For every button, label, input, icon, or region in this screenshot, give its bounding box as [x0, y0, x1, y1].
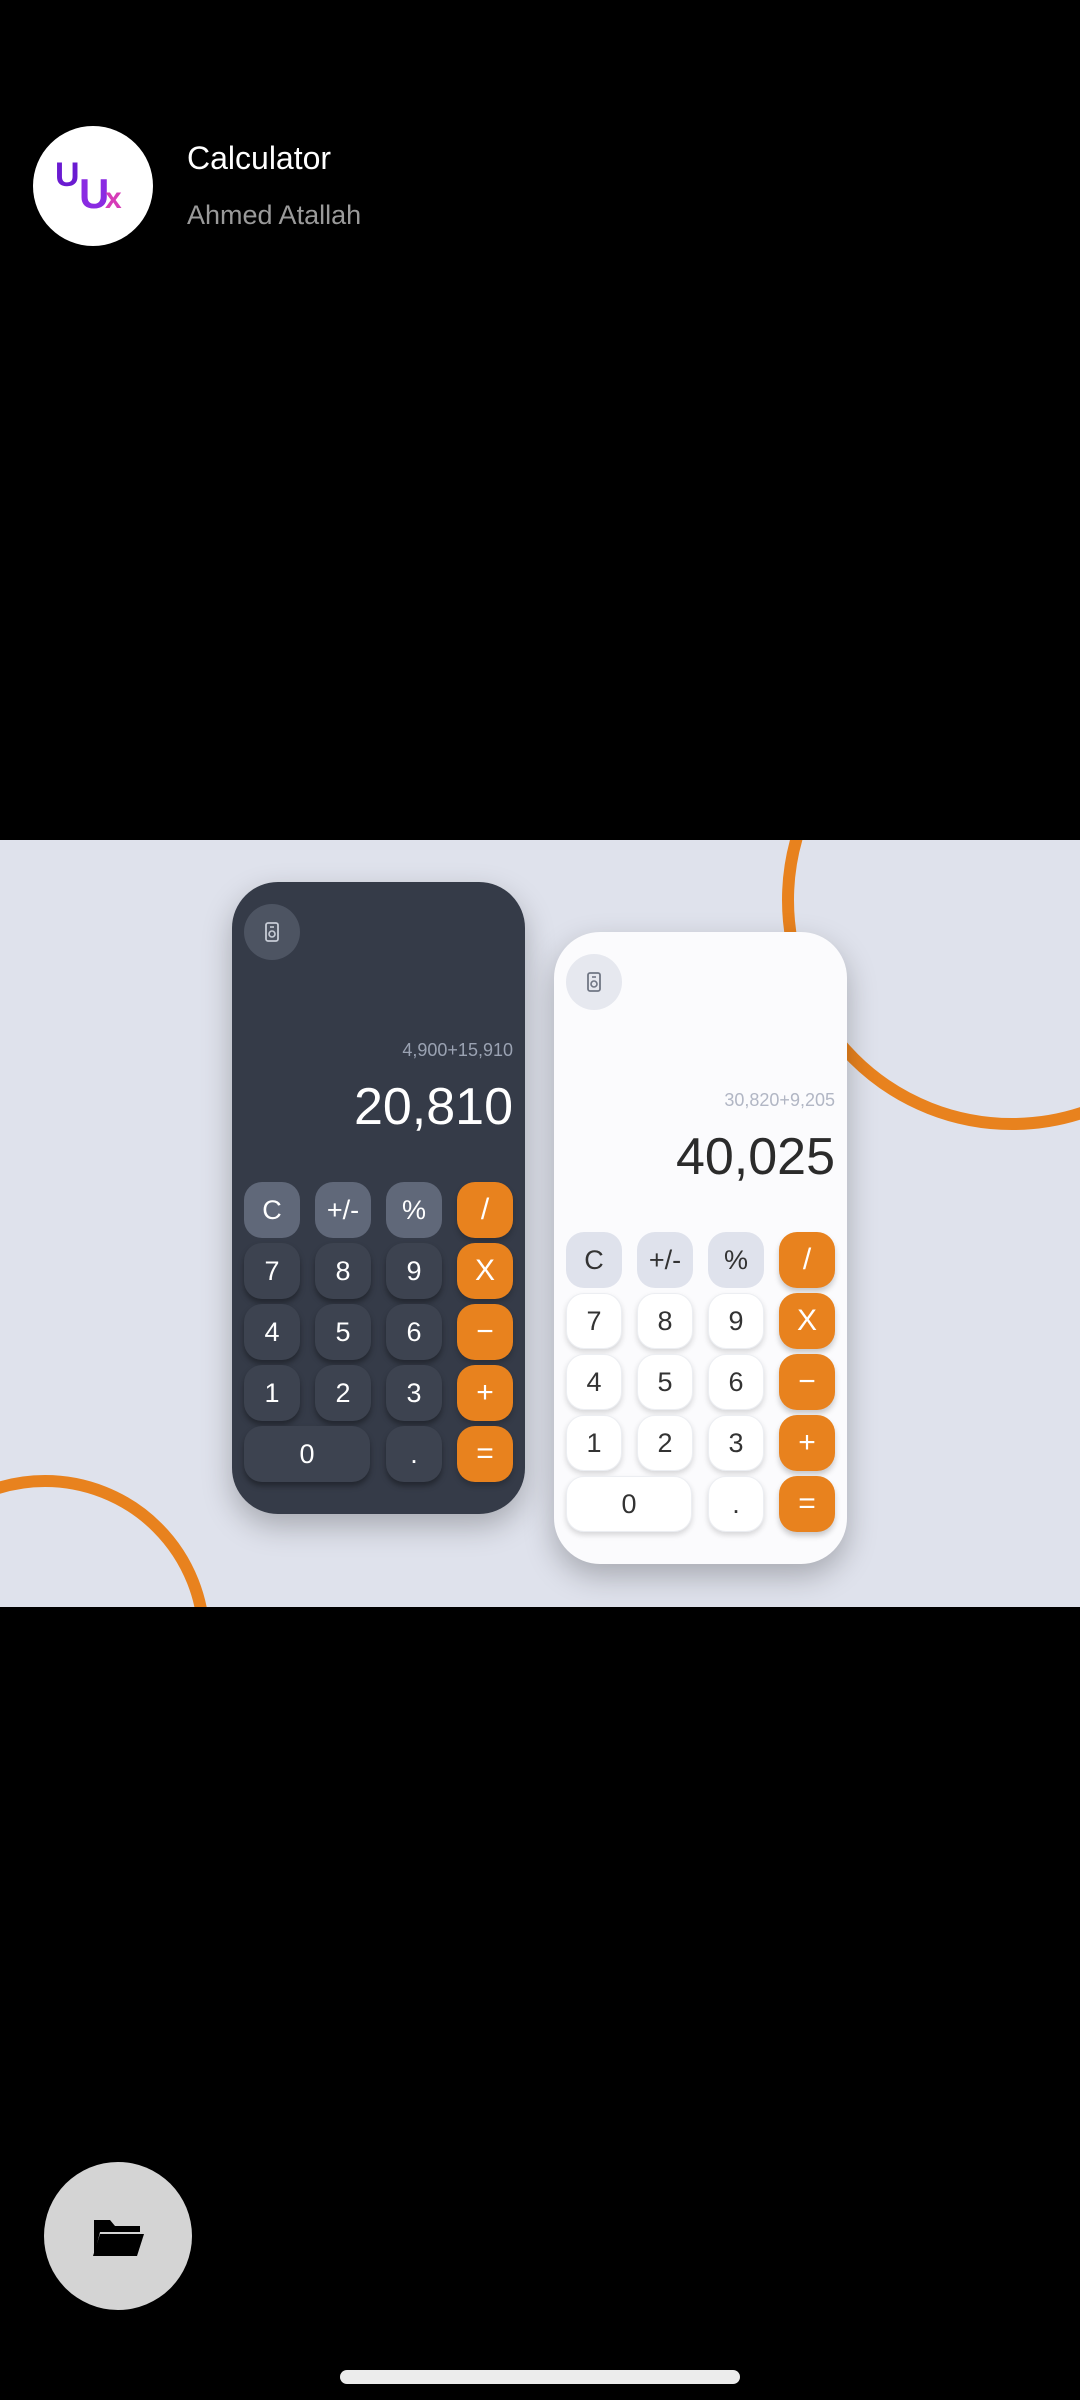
- key-divide[interactable]: /: [457, 1182, 513, 1238]
- key-6[interactable]: 6: [386, 1304, 442, 1360]
- light-calculator: 30,820+9,205 40,025 C +/- % / 7 8 9 X 4 …: [554, 932, 847, 1564]
- key-5[interactable]: 5: [315, 1304, 371, 1360]
- key-4[interactable]: 4: [244, 1304, 300, 1360]
- key-2[interactable]: 2: [315, 1365, 371, 1421]
- key-6[interactable]: 6: [708, 1354, 764, 1410]
- expression-display: 30,820+9,205: [724, 1090, 835, 1110]
- key-multiply[interactable]: X: [457, 1243, 513, 1299]
- history-button[interactable]: [566, 954, 622, 1010]
- key-8[interactable]: 8: [637, 1293, 693, 1349]
- folder-icon: [93, 2220, 144, 2256]
- result-display: 20,810: [353, 1078, 513, 1136]
- history-icon: [265, 922, 279, 942]
- key-5[interactable]: 5: [637, 1354, 693, 1410]
- key-4[interactable]: 4: [566, 1354, 622, 1410]
- result-display: 40,025: [675, 1128, 835, 1186]
- key-sign[interactable]: +/-: [637, 1232, 693, 1288]
- key-8[interactable]: 8: [315, 1243, 371, 1299]
- home-indicator[interactable]: [340, 2370, 740, 2384]
- key-equals[interactable]: =: [457, 1426, 513, 1482]
- key-clear[interactable]: C: [244, 1182, 300, 1238]
- author-avatar[interactable]: U U x: [33, 126, 153, 246]
- key-sign[interactable]: +/-: [315, 1182, 371, 1238]
- key-9[interactable]: 9: [386, 1243, 442, 1299]
- history-button[interactable]: [244, 904, 300, 960]
- dark-calculator: 4,900+15,910 20,810 C +/- % / 7 8 9 X 4 …: [232, 882, 525, 1514]
- key-percent[interactable]: %: [386, 1182, 442, 1238]
- key-percent[interactable]: %: [708, 1232, 764, 1288]
- design-preview[interactable]: 4,900+15,910 20,810 C +/- % / 7 8 9 X 4 …: [0, 840, 1080, 1607]
- key-multiply[interactable]: X: [779, 1293, 835, 1349]
- key-9[interactable]: 9: [708, 1293, 764, 1349]
- key-7[interactable]: 7: [244, 1243, 300, 1299]
- decorative-ring: [0, 1475, 210, 1607]
- key-equals[interactable]: =: [779, 1476, 835, 1532]
- key-divide[interactable]: /: [779, 1232, 835, 1288]
- expression-display: 4,900+15,910: [402, 1040, 513, 1060]
- key-2[interactable]: 2: [637, 1415, 693, 1471]
- key-clear[interactable]: C: [566, 1232, 622, 1288]
- key-minus[interactable]: −: [779, 1354, 835, 1410]
- history-icon: [587, 972, 601, 992]
- key-1[interactable]: 1: [566, 1415, 622, 1471]
- key-0[interactable]: 0: [244, 1426, 370, 1482]
- author-name: Ahmed Atallah: [187, 200, 362, 230]
- key-decimal[interactable]: .: [708, 1476, 764, 1532]
- uiux-logo: U U x: [55, 156, 122, 217]
- app-header: U U x Calculator Ahmed Atallah: [0, 0, 1080, 300]
- key-minus[interactable]: −: [457, 1304, 513, 1360]
- key-3[interactable]: 3: [386, 1365, 442, 1421]
- key-7[interactable]: 7: [566, 1293, 622, 1349]
- open-folder-button[interactable]: [44, 2162, 192, 2310]
- project-title: Calculator: [187, 140, 332, 176]
- key-3[interactable]: 3: [708, 1415, 764, 1471]
- key-0[interactable]: 0: [566, 1476, 692, 1532]
- key-plus[interactable]: +: [457, 1365, 513, 1421]
- key-plus[interactable]: +: [779, 1415, 835, 1471]
- key-decimal[interactable]: .: [386, 1426, 442, 1482]
- key-1[interactable]: 1: [244, 1365, 300, 1421]
